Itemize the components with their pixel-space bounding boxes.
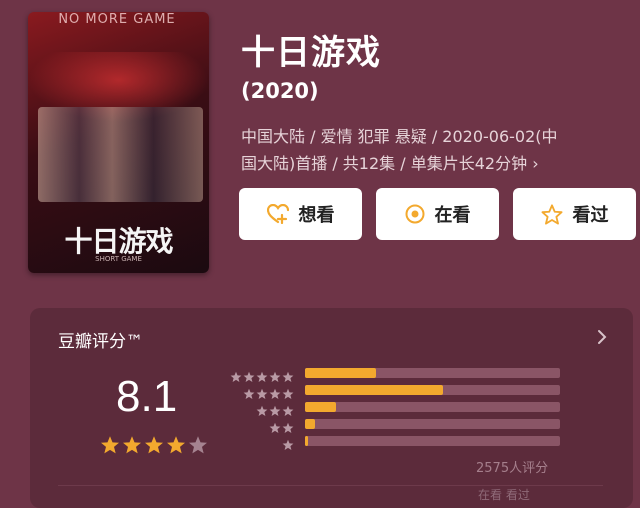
rating-bar-fill [305, 419, 316, 429]
rating-bar-fill [305, 436, 308, 446]
rating-bar-track [305, 402, 560, 412]
watching-label: 在看 [434, 205, 471, 226]
poster-subtitle: SHORT GAME [95, 255, 142, 263]
watched-button[interactable]: 看过 [513, 188, 636, 240]
want-to-watch-button[interactable]: 想看 [239, 188, 362, 240]
rating-bar-track [305, 368, 560, 378]
rating-stars [100, 435, 208, 459]
star-filled-icon [100, 435, 120, 459]
poster-title-art: 十日游戏 [64, 225, 173, 258]
want-to-watch-label: 想看 [298, 205, 335, 226]
rating-row-2-star [230, 419, 600, 433]
star-filled-icon [166, 435, 186, 459]
show-meta-line1: 中国大陆 / 爱情 犯罪 悬疑 / 2020-06-02(中 [241, 127, 558, 146]
chevron-right-icon: › [532, 154, 539, 173]
rating-row-3-star [230, 402, 600, 416]
rating-bar-track [305, 436, 560, 446]
poster-neon-text: NO MORE GAME [58, 12, 176, 27]
rating-row-4-star [230, 385, 600, 399]
chevron-right-icon[interactable] [597, 329, 607, 349]
rating-card[interactable]: 豆瓣评分™ 8.1 2575人评分 在看 看过 [30, 308, 633, 508]
heart-plus-icon [266, 204, 289, 224]
star-outline-icon [541, 203, 563, 225]
star-empty-icon [188, 435, 208, 459]
target-circle-icon [405, 204, 424, 224]
rating-row-5-star [230, 368, 600, 382]
show-year: (2020) [241, 79, 319, 103]
rating-bar-fill [305, 402, 336, 412]
rating-bar-track [305, 419, 560, 429]
poster-figures [38, 107, 203, 202]
small-star-icon [282, 436, 294, 455]
rating-bar-fill [305, 368, 377, 378]
watched-label: 看过 [572, 205, 609, 226]
rating-score: 8.1 [116, 372, 178, 421]
show-meta-line2: 国大陆)首播 / 共12集 / 单集片长42分钟 › [241, 150, 626, 177]
footer-partial-text: 在看 看过 [478, 488, 530, 502]
rating-bar-track [305, 385, 560, 395]
rating-header: 豆瓣评分™ [58, 332, 143, 352]
show-meta[interactable]: 中国大陆 / 爱情 犯罪 悬疑 / 2020-06-02(中 国大陆)首播 / … [241, 123, 626, 177]
rating-bar-fill [305, 385, 443, 395]
star-filled-icon [122, 435, 142, 459]
show-title: 十日游戏 [241, 33, 381, 73]
row-stars [282, 436, 294, 455]
watching-button[interactable]: 在看 [376, 188, 499, 240]
rating-row-1-star [230, 436, 600, 450]
show-meta-line2-text: 国大陆)首播 / 共12集 / 单集片长42分钟 [241, 154, 528, 173]
star-filled-icon [144, 435, 164, 459]
poster-image[interactable]: NO MORE GAME 十日游戏 SHORT GAME [28, 12, 209, 273]
rating-count: 2575人评分 [476, 461, 549, 476]
